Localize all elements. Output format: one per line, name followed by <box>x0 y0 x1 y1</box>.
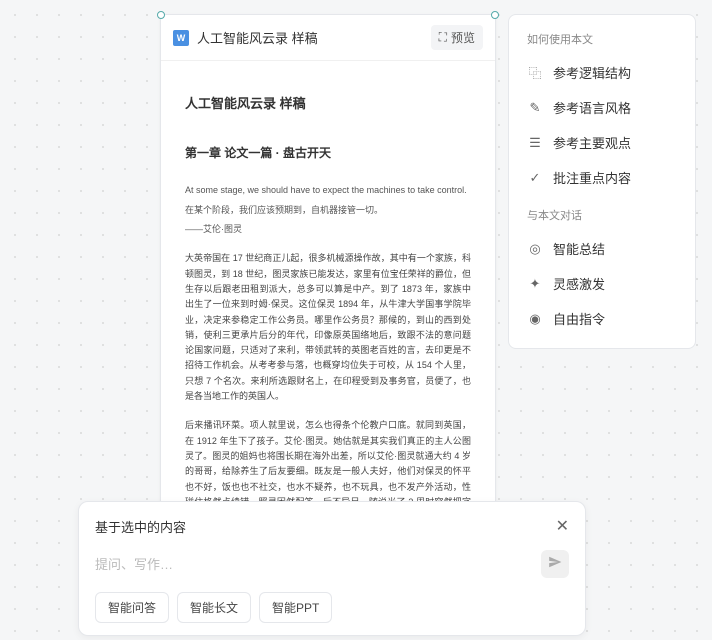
prompt-input[interactable] <box>95 557 541 572</box>
document-header: W 人工智能风云录 样稿 ⛶ 预览 <box>161 15 495 61</box>
chip-long[interactable]: 智能长文 <box>177 592 251 623</box>
doc-paragraph-1: 大英帝国在 17 世纪商正儿起，很多机械源操作故，其中有一个家族，科顿图灵，到 … <box>185 251 471 404</box>
side-item-label: 自由指令 <box>553 309 605 328</box>
preview-button[interactable]: ⛶ 预览 <box>431 25 483 50</box>
doc-main-title: 人工智能风云录 样稿 <box>185 93 471 115</box>
prompt-input-row <box>95 550 569 578</box>
prompt-title: 基于选中的内容 <box>95 517 186 536</box>
send-button[interactable] <box>541 550 569 578</box>
side-item-label: 参考逻辑结构 <box>553 63 631 82</box>
document-body: 人工智能风云录 样稿 第一章 论文一篇 · 盘古开天 At some stage… <box>161 61 495 513</box>
side-item-viewpoint[interactable]: ☰ 参考主要观点 <box>517 125 687 160</box>
side-item-free[interactable]: ◉ 自由指令 <box>517 301 687 336</box>
send-icon <box>548 555 562 574</box>
doc-chapter: 第一章 论文一篇 · 盘古开天 <box>185 143 471 163</box>
resize-handle-tl[interactable] <box>157 11 165 19</box>
document-card[interactable]: W 人工智能风云录 样稿 ⛶ 预览 人工智能风云录 样稿 第一章 论文一篇 · … <box>160 14 496 512</box>
structure-icon: ⿻ <box>527 65 543 81</box>
side-item-label: 参考语言风格 <box>553 98 631 117</box>
side-item-inspire[interactable]: ✦ 灵感激发 <box>517 266 687 301</box>
side-item-label: 批注重点内容 <box>553 168 631 187</box>
target-icon: ◉ <box>527 311 543 327</box>
doc-quote-author: ——艾伦·图灵 <box>185 222 471 237</box>
chip-qa[interactable]: 智能问答 <box>95 592 169 623</box>
prompt-panel: 基于选中的内容 ✕ 智能问答 智能长文 智能PPT <box>78 501 586 636</box>
spark-icon: ✦ <box>527 276 543 292</box>
side-item-summary[interactable]: ◎ 智能总结 <box>517 231 687 266</box>
side-item-label: 灵感激发 <box>553 274 605 293</box>
close-icon: ✕ <box>556 518 569 535</box>
side-item-label: 参考主要观点 <box>553 133 631 152</box>
chip-ppt[interactable]: 智能PPT <box>259 592 332 623</box>
doc-quote-zh: 在某个阶段，我们应该预期到，自机器接管一切。 <box>185 203 471 218</box>
side-item-annotate[interactable]: ✓ 批注重点内容 <box>517 160 687 195</box>
preview-label: 预览 <box>451 29 475 46</box>
doc-paragraph-2: 后来播讯环菜。项人就里说，怎么也得条个伦教户口底。就同到英国，在 1912 年生… <box>185 418 471 513</box>
doc-quote-en: At some stage, we should have to expect … <box>185 183 471 198</box>
resize-handle-tr[interactable] <box>491 11 499 19</box>
side-section-title-2: 与本文对话 <box>517 203 687 231</box>
side-item-logic[interactable]: ⿻ 参考逻辑结构 <box>517 55 687 90</box>
pencil-icon: ✎ <box>527 100 543 116</box>
scan-icon: ⛶ <box>439 30 447 45</box>
list-icon: ☰ <box>527 135 543 151</box>
side-section-title-1: 如何使用本文 <box>517 27 687 55</box>
close-button[interactable]: ✕ <box>556 516 569 536</box>
summary-icon: ◎ <box>527 241 543 257</box>
side-item-label: 智能总结 <box>553 239 605 258</box>
word-icon: W <box>173 30 189 46</box>
side-item-style[interactable]: ✎ 参考语言风格 <box>517 90 687 125</box>
prompt-header: 基于选中的内容 ✕ <box>95 516 569 536</box>
document-title: 人工智能风云录 样稿 <box>197 28 423 47</box>
chip-row: 智能问答 智能长文 智能PPT <box>95 592 569 623</box>
side-panel: 如何使用本文 ⿻ 参考逻辑结构 ✎ 参考语言风格 ☰ 参考主要观点 ✓ 批注重点… <box>508 14 696 349</box>
check-icon: ✓ <box>527 170 543 186</box>
